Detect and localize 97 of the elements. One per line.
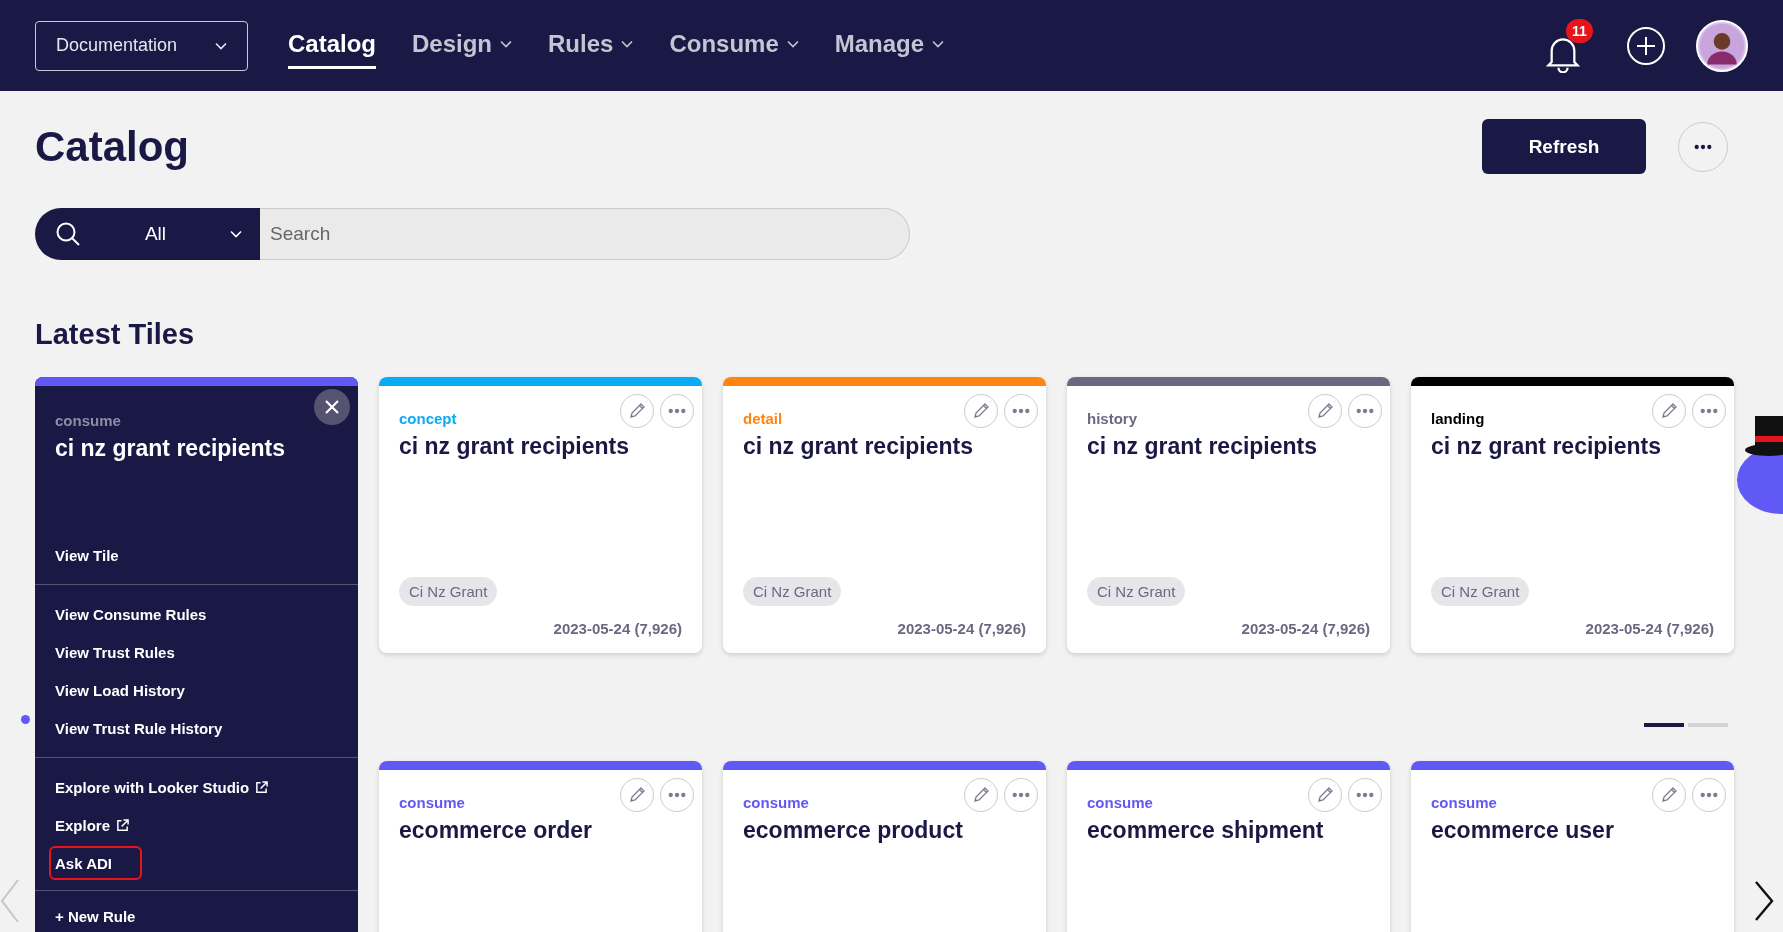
- pencil-icon: [1659, 785, 1679, 805]
- pencil-icon: [1659, 401, 1679, 421]
- more-button[interactable]: [1004, 394, 1038, 428]
- menu-item[interactable]: + New Rule: [53, 901, 138, 931]
- tile-category: consume: [1087, 794, 1153, 811]
- notification-badge: 11: [1566, 18, 1593, 43]
- menu-item[interactable]: View Load History: [53, 671, 187, 709]
- nav-tab[interactable]: Design: [412, 22, 513, 69]
- edit-button[interactable]: [620, 394, 654, 428]
- tile-category: consume: [399, 794, 465, 811]
- tile-date: 2023-05-24 (7,926): [553, 620, 682, 637]
- tile-title[interactable]: ecommerce shipment: [1087, 817, 1324, 844]
- edit-button[interactable]: [964, 394, 998, 428]
- tile-title[interactable]: ecommerce order: [399, 817, 593, 844]
- tile-category: history: [1087, 410, 1137, 427]
- search-scope-dropdown[interactable]: All: [35, 208, 260, 260]
- menu-item[interactable]: View Consume Rules: [53, 595, 209, 633]
- more-icon: [668, 408, 686, 414]
- menu-item[interactable]: View Tile: [53, 536, 121, 574]
- tile-card[interactable]: consume ecommerce product: [723, 761, 1046, 932]
- nav-tab[interactable]: Catalog: [288, 22, 376, 69]
- more-icon: [668, 792, 686, 798]
- space-dropdown[interactable]: Documentation: [35, 20, 248, 71]
- user-avatar[interactable]: [1696, 19, 1748, 72]
- close-button[interactable]: [314, 389, 350, 425]
- edit-button[interactable]: [1308, 778, 1342, 812]
- tile-category: landing: [1431, 410, 1485, 427]
- tile-card[interactable]: landing ci nz grant recipients Ci Nz Grant 2023-05-24 (7,926): [1411, 377, 1734, 653]
- tag-chip[interactable]: Ci Nz Grant: [743, 577, 842, 606]
- tile-title[interactable]: ecommerce user: [1431, 817, 1614, 844]
- edit-button[interactable]: [620, 778, 654, 812]
- add-icon[interactable]: [1626, 25, 1666, 66]
- tile-card[interactable]: detail ci nz grant recipients Ci Nz Grant 2023-05-24 (7,926): [723, 377, 1046, 653]
- tile-title[interactable]: ci nz grant recipients: [1431, 433, 1662, 460]
- edit-button[interactable]: [964, 778, 998, 812]
- tile-category: consume: [1431, 794, 1497, 811]
- pencil-icon: [1315, 401, 1335, 421]
- tile-card[interactable]: concept ci nz grant recipients Ci Nz Grant 2023-05-24 (7,926): [379, 377, 702, 653]
- tile-date: 2023-05-24 (7,926): [1241, 620, 1370, 637]
- page-title: Catalog: [35, 122, 189, 171]
- pencil-icon: [627, 785, 647, 805]
- tile-title: ci nz grant recipients: [55, 435, 286, 462]
- tile-card[interactable]: consume ecommerce order: [379, 761, 702, 932]
- more-button[interactable]: [1348, 394, 1382, 428]
- tile-date: 2023-05-24 (7,926): [1585, 620, 1714, 637]
- nav-tab[interactable]: Rules: [548, 22, 634, 69]
- menu-item[interactable]: Explore: [53, 806, 132, 844]
- pencil-icon: [1315, 785, 1335, 805]
- tile-title[interactable]: ci nz grant recipients: [1087, 433, 1318, 460]
- tile-card[interactable]: consume ecommerce shipment: [1067, 761, 1390, 932]
- tile-category: detail: [743, 410, 783, 427]
- nav-tab[interactable]: Consume: [669, 22, 799, 69]
- more-button[interactable]: [1692, 778, 1726, 812]
- edit-button[interactable]: [1652, 778, 1686, 812]
- carousel-dot[interactable]: [21, 715, 30, 724]
- notification-button[interactable]: 11: [1546, 18, 1596, 73]
- more-icon: [1700, 408, 1718, 414]
- more-button[interactable]: [1348, 778, 1382, 812]
- tile-card[interactable]: history ci nz grant recipients Ci Nz Grant 2023-05-24 (7,926): [1067, 377, 1390, 653]
- pencil-icon: [971, 785, 991, 805]
- menu-item[interactable]: Explore with Looker Studio: [53, 768, 271, 806]
- tag-chip[interactable]: Ci Nz Grant: [399, 577, 498, 606]
- section-title: Latest Tiles: [35, 318, 196, 351]
- more-icon: [1700, 792, 1718, 798]
- more-icon: [1356, 792, 1374, 798]
- more-icon: [1356, 408, 1374, 414]
- pencil-icon: [627, 401, 647, 421]
- more-icon: [1694, 143, 1712, 150]
- more-button[interactable]: [660, 778, 694, 812]
- nav-tab[interactable]: Manage: [834, 22, 945, 69]
- tile-title[interactable]: ci nz grant recipients: [399, 433, 630, 460]
- more-button[interactable]: [1004, 778, 1038, 812]
- edit-button[interactable]: [1652, 394, 1686, 428]
- tile-category: consume: [743, 794, 809, 811]
- tile-category: consume: [55, 412, 122, 429]
- chevron-down-icon: [230, 230, 242, 238]
- close-icon: [324, 399, 340, 415]
- tag-chip[interactable]: Ci Nz Grant: [1087, 577, 1186, 606]
- more-icon: [1012, 792, 1030, 798]
- more-button[interactable]: [1692, 394, 1726, 428]
- tile-title[interactable]: ecommerce product: [743, 817, 963, 844]
- chevron-down-icon: [215, 41, 227, 50]
- search-field[interactable]: Search: [260, 208, 910, 260]
- more-icon: [1012, 408, 1030, 414]
- menu-item[interactable]: Ask ADI: [49, 846, 142, 880]
- search-icon: [55, 221, 81, 247]
- refresh-button[interactable]: Refresh: [1482, 119, 1646, 174]
- tile-title[interactable]: ci nz grant recipients: [743, 433, 974, 460]
- tile-date: 2023-05-24 (7,926): [897, 620, 1026, 637]
- menu-item[interactable]: View Trust Rules: [53, 633, 177, 671]
- pencil-icon: [971, 401, 991, 421]
- menu-item[interactable]: View Trust Rule History: [53, 709, 225, 747]
- tile-card[interactable]: consume ecommerce user: [1411, 761, 1734, 932]
- tag-chip[interactable]: Ci Nz Grant: [1431, 577, 1530, 606]
- edit-button[interactable]: [1308, 394, 1342, 428]
- tile-category: concept: [399, 410, 457, 427]
- more-button[interactable]: [660, 394, 694, 428]
